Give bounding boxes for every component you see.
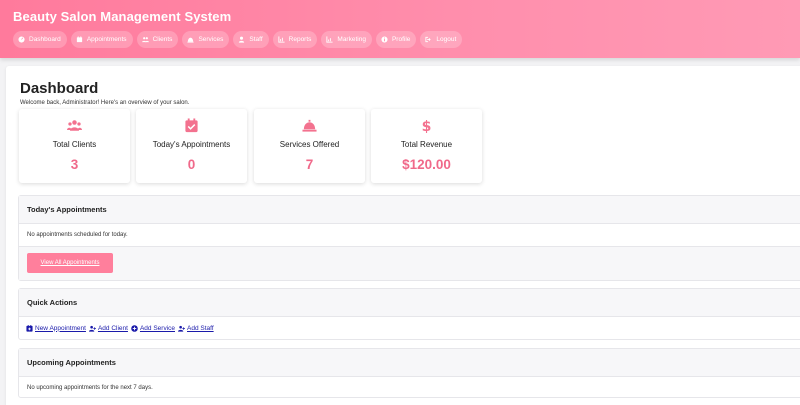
nav-label: Clients [152,36,173,43]
stat-card-total-clients: Total Clients 3 [19,109,130,183]
main-nav: Dashboard Appointments Clients Services … [13,31,463,48]
view-all-appointments-button[interactable]: View All Appointments [27,253,113,273]
stat-card-total-revenue: $ Total Revenue $120.00 [371,109,482,183]
empty-message: No upcoming appointments for the next 7 … [27,384,153,391]
nav-label: Reports [288,36,312,43]
calendar-check-icon [185,118,198,133]
chart-icon [326,36,333,43]
panel-title: Quick Actions [19,289,800,317]
info-icon [381,36,388,43]
app-title: Beauty Salon Management System [13,9,232,24]
calendar-icon [76,36,82,43]
todays-appointments-panel: Today's Appointments No appointments sch… [18,195,800,281]
nav-dashboard[interactable]: Dashboard [13,31,67,48]
chart-icon [278,36,285,43]
nav-staff[interactable]: Staff [233,31,269,48]
stat-card-today-appointments: Today's Appointments 0 [136,109,247,183]
stat-card-services-offered: Services Offered 7 [254,109,365,183]
new-appointment-link[interactable]: New Appointment [26,324,86,332]
nav-label: Dashboard [29,36,61,43]
quick-actions-panel: Quick Actions New Appointment Add Client… [18,288,800,340]
panel-title: Upcoming Appointments [19,349,800,377]
nav-label: Staff [249,36,263,43]
bell-icon [187,37,194,43]
user-icon [239,36,245,43]
link-label: Add Staff [187,324,214,332]
nav-clients[interactable]: Clients [136,31,179,48]
svg-text:$: $ [422,119,432,133]
nav-label: Services [198,36,224,43]
upcoming-appointments-panel: Upcoming Appointments No upcoming appoin… [18,348,800,398]
add-client-link[interactable]: Add Client [88,324,128,332]
concierge-bell-icon [302,119,317,132]
plus-circle-icon [131,324,138,332]
calendar-plus-icon [26,324,33,332]
nav-label: Logout [436,36,457,43]
nav-logout[interactable]: Logout [420,31,463,48]
add-service-link[interactable]: Add Service [131,325,175,332]
empty-message: No appointments scheduled for today. [27,232,128,238]
main-content: Dashboard Welcome back, Administrator! H… [6,66,800,405]
stat-label: Services Offered [279,140,340,149]
link-label: Add Service [139,324,175,332]
user-plus-icon [88,325,96,332]
panel-footer: View All Appointments [19,246,800,280]
nav-label: Marketing [337,36,366,43]
user-plus-icon [178,325,185,332]
dashboard-icon [18,36,25,43]
stat-value: 3 [70,157,79,172]
users-icon [67,120,82,131]
nav-label: Profile [391,36,411,43]
stat-value: 7 [305,157,314,172]
nav-appointments[interactable]: Appointments [70,31,133,48]
logout-icon [425,36,432,43]
page-title: Dashboard [20,80,99,97]
app-header: Beauty Salon Management System Dashboard… [0,0,800,58]
dollar-icon: $ [422,119,432,133]
nav-services[interactable]: Services [182,31,230,48]
quick-actions-links: New Appointment Add Client Add Service A… [19,317,800,339]
nav-label: Appointments [86,36,127,43]
nav-marketing[interactable]: Marketing [321,31,372,48]
stat-value: $120.00 [402,157,451,172]
add-staff-link[interactable]: Add Staff [178,325,214,332]
stat-value: 0 [187,157,196,172]
stat-label: Today's Appointments [152,140,231,149]
link-label: Add Client [97,324,128,332]
stat-label: Total Clients [52,140,97,149]
link-label: New Appointment [35,324,86,332]
nav-profile[interactable]: Profile [375,31,417,48]
users-icon [141,37,149,43]
nav-reports[interactable]: Reports [272,31,318,48]
page-subtitle: Welcome back, Administrator! Here's an o… [20,100,190,106]
stat-label: Total Revenue [400,140,453,149]
panel-title: Today's Appointments [19,196,800,224]
